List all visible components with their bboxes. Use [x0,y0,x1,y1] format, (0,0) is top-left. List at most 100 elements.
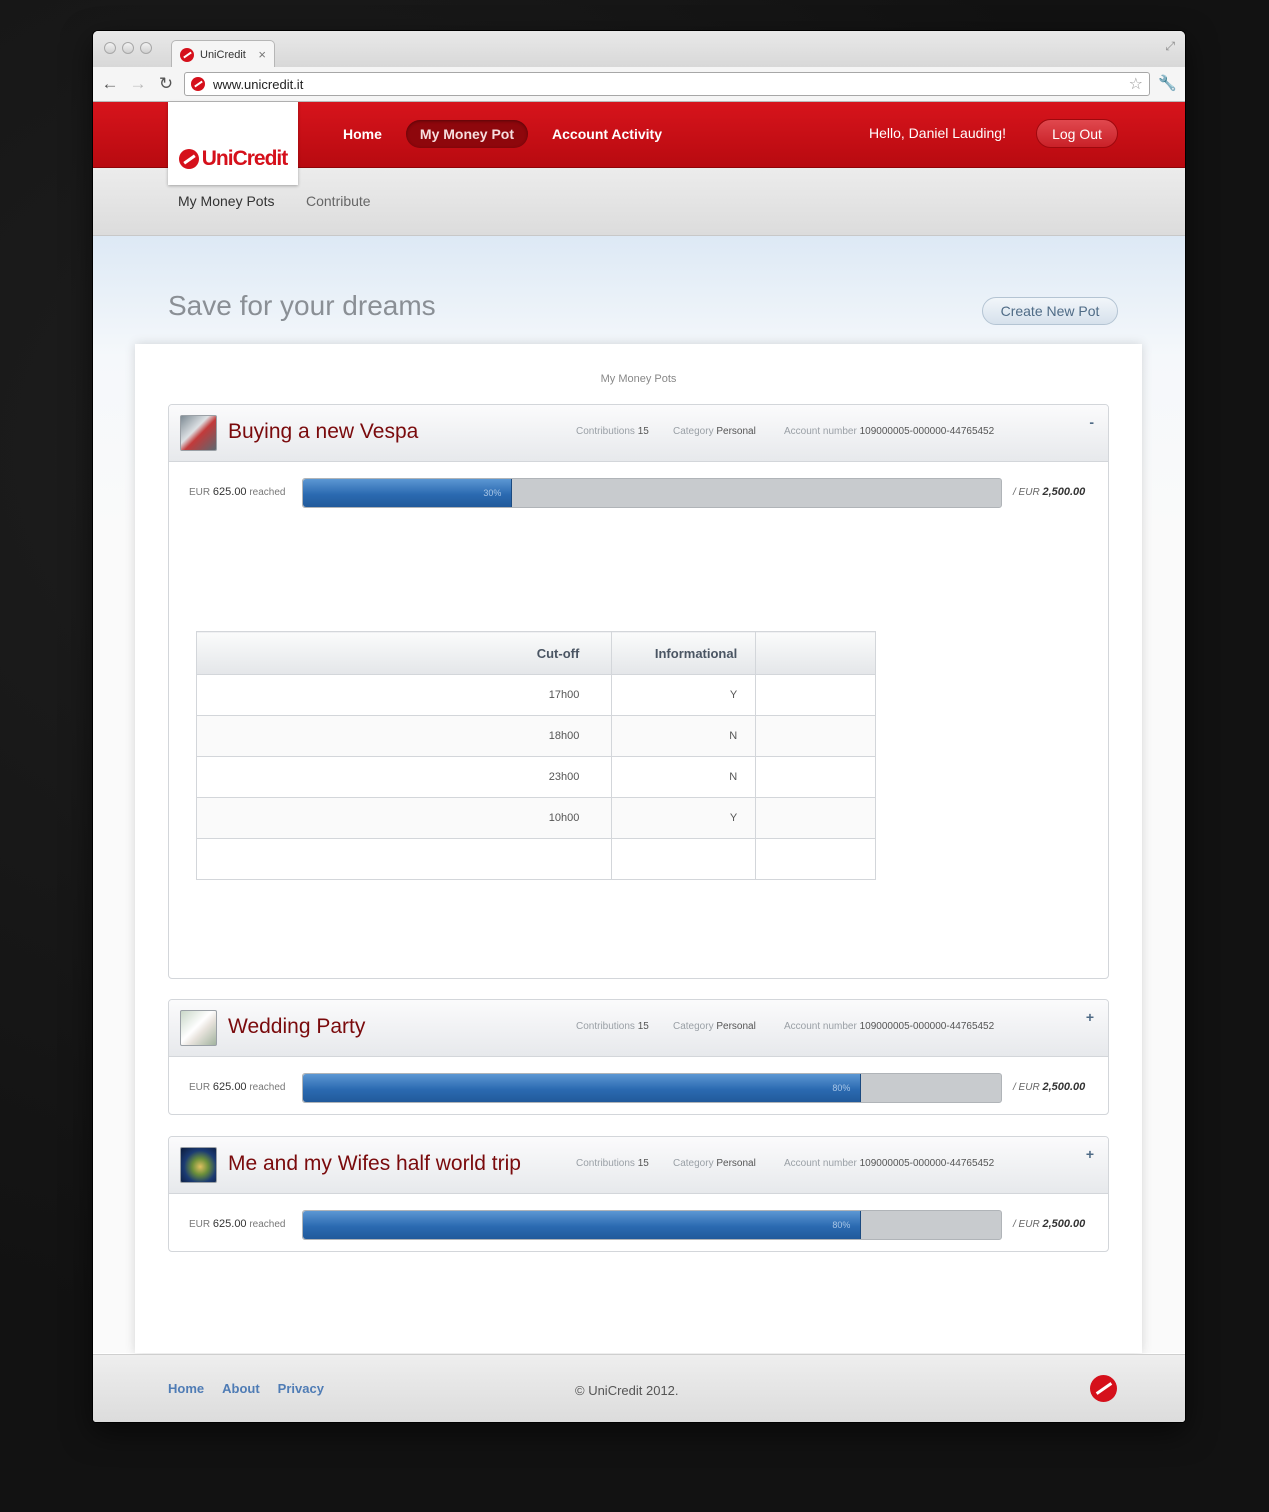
tab-close-icon[interactable]: × [258,47,266,62]
pot-header[interactable]: Wedding Party Contributions 15 Category … [169,1000,1108,1057]
footer: Home About Privacy © UniCredit 2012. [93,1354,1185,1422]
vespa-photo-icon [180,415,217,451]
progress-bar: 80% [302,1210,1002,1240]
progress-fill: 80% [303,1211,862,1239]
pot-contributions: Contributions 15 [576,426,649,437]
copyright: © UniCredit 2012. [575,1383,679,1398]
pot-progress: EUR 625.00 reached 30% / EUR 2,500.00 [169,462,1108,519]
nav-my-money-pot[interactable]: My Money Pot [405,120,529,148]
cutoff-table: Cut-off Informational 17h00 Y 18h00 N 23… [195,631,876,880]
pot-category: Category Personal [673,426,756,437]
empty-cell [755,797,876,839]
progress-bar: 30% [302,478,1002,508]
footer-link-privacy[interactable]: Privacy [278,1381,324,1396]
column-header-informational[interactable]: Informational [611,631,757,675]
pot-category: Category Personal [673,1158,756,1169]
browser-tab[interactable]: UniCredit × [171,40,275,68]
reached-amount: EUR 625.00 reached [189,1081,286,1093]
nav-account-activity[interactable]: Account Activity [538,120,676,148]
minimize-window-button[interactable] [122,42,134,54]
progress-label: 30% [483,488,502,498]
bookmark-star-icon[interactable]: ☆ [1129,74,1143,94]
unicredit-logo-icon [178,149,199,169]
browser-toolbar: ← → ↻ www.unicredit.it ☆ 🔧 [93,67,1185,102]
panel-title: My Money Pots [600,373,677,385]
window-controls [104,42,152,54]
pot-progress: EUR 625.00 reached 80% / EUR 2,500.00 [169,1057,1108,1114]
empty-cell [755,715,876,757]
main-nav: Home My Money Pot Account Activity [329,120,676,148]
table-row [195,838,876,880]
cutoff-cell: 17h00 [195,674,613,716]
empty-cell [755,674,876,716]
forward-arrow-icon[interactable]: → [127,74,149,94]
unicredit-logo-icon[interactable] [1090,1375,1117,1402]
pot-category: Category Personal [673,1021,756,1032]
expand-toggle[interactable]: + [1086,1009,1094,1025]
site-header: UniCredit Home My Money Pot Account Acti… [93,102,1185,185]
subnav-my-money-pots[interactable]: My Money Pots [178,193,274,209]
pot-card: Me and my Wifes half world trip Contribu… [168,1136,1109,1252]
pot-account-number: Account number 109000005-000000-44765452 [784,426,995,437]
cutoff-cell: 18h00 [195,715,613,757]
target-amount: / EUR 2,500.00 [1013,486,1086,498]
cutoff-cell: 23h00 [195,756,613,798]
table-row: 10h00 Y [195,797,876,839]
collapse-toggle[interactable]: - [1089,414,1094,430]
empty-cell [611,838,757,880]
pot-contributions: Contributions 15 [576,1158,649,1169]
reached-amount: EUR 625.00 reached [189,1218,286,1230]
back-arrow-icon[interactable]: ← [99,74,121,94]
progress-label: 80% [832,1083,851,1093]
footer-link-about[interactable]: About [222,1381,260,1396]
progress-fill: 80% [303,1074,862,1102]
pot-account-number: Account number 109000005-000000-44765452 [784,1021,995,1032]
unicredit-favicon-icon [180,47,194,62]
browser-tab-strip: UniCredit × ⤢ [93,31,1185,68]
reached-amount: EUR 625.00 reached [189,486,286,498]
table-row: 18h00 N [195,715,876,757]
informational-cell: Y [611,674,757,716]
footer-link-home[interactable]: Home [168,1381,204,1396]
nav-home[interactable]: Home [329,120,396,148]
footer-links: Home About Privacy [168,1381,324,1396]
wedding-photo-icon [180,1010,217,1046]
pot-card: Buying a new Vespa Contributions 15 Cate… [168,404,1109,979]
informational-cell: N [611,756,757,798]
empty-cell [755,756,876,798]
target-amount: / EUR 2,500.00 [1013,1218,1086,1230]
pot-card: Wedding Party Contributions 15 Category … [168,999,1109,1115]
cutoff-cell: 10h00 [195,797,613,839]
logo-text: UniCredit [201,147,288,170]
table-row: 23h00 N [195,756,876,798]
pot-contributions: Contributions 15 [576,1021,649,1032]
browser-window: UniCredit × ⤢ ← → ↻ www.unicredit.it ☆ 🔧… [93,31,1185,1422]
pot-name: Buying a new Vespa [228,420,419,443]
column-header-cutoff[interactable]: Cut-off [195,631,613,675]
zoom-window-button[interactable] [140,42,152,54]
site-favicon-icon [191,77,205,91]
target-amount: / EUR 2,500.00 [1013,1081,1086,1093]
create-new-pot-button[interactable]: Create New Pot [982,297,1118,325]
subnav-contribute[interactable]: Contribute [306,193,371,209]
empty-cell [195,838,613,880]
pot-name: Me and my Wifes half world trip [228,1152,521,1175]
logo[interactable]: UniCredit [168,102,298,185]
logout-button[interactable]: Log Out [1036,119,1118,148]
pot-header[interactable]: Me and my Wifes half world trip Contribu… [169,1137,1108,1194]
money-pots-panel: My Money Pots Buying a new Vespa Contrib… [135,344,1142,1353]
pot-name: Wedding Party [228,1015,366,1038]
fullscreen-icon[interactable]: ⤢ [1165,39,1175,54]
close-window-button[interactable] [104,42,116,54]
column-header-empty [755,631,876,675]
world-photo-icon [180,1147,217,1183]
address-bar[interactable]: www.unicredit.it ☆ [184,72,1150,96]
progress-bar: 80% [302,1073,1002,1103]
expand-toggle[interactable]: + [1086,1146,1094,1162]
pot-header[interactable]: Buying a new Vespa Contributions 15 Cate… [169,405,1108,462]
reload-icon[interactable]: ↻ [155,74,177,94]
wrench-menu-icon[interactable]: 🔧 [1158,74,1177,92]
progress-label: 80% [832,1220,851,1230]
informational-cell: Y [611,797,757,839]
main-content: Save for your dreams Create New Pot My M… [93,236,1185,1353]
